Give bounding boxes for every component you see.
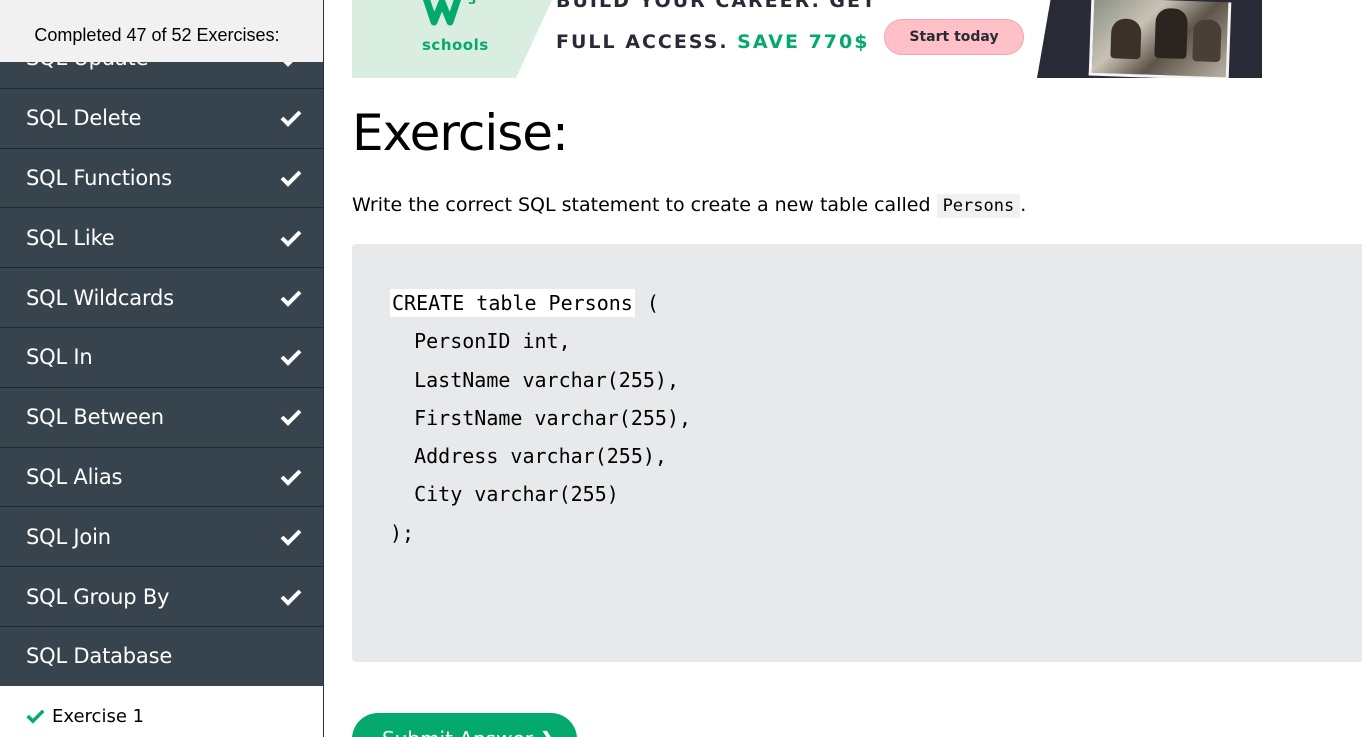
submit-answer-button[interactable]: Submit Answer ❯: [352, 713, 577, 737]
banner-full-access-text: FULL ACCESS.: [556, 31, 729, 53]
check-icon: [280, 290, 302, 307]
sidebar-item-label: SQL Delete: [26, 106, 142, 131]
check-icon: [280, 349, 302, 367]
sidebar-item-sql-between[interactable]: SQL Between: [0, 388, 323, 448]
banner-save-text: SAVE 770$: [737, 31, 870, 53]
banner-photo: [1088, 0, 1232, 78]
sidebar-item-label: SQL Database: [26, 644, 173, 669]
sidebar-item-sql-wildcards[interactable]: SQL Wildcards: [0, 268, 323, 328]
code-line: );: [390, 520, 415, 545]
sidebar-exercise-list: SQL Update SQL Delete SQL Functions SQL …: [0, 29, 323, 687]
sidebar-item-sql-alias[interactable]: SQL Alias: [0, 448, 323, 508]
code-line: LastName varchar(255),: [390, 367, 679, 392]
sidebar-item-label: SQL Alias: [26, 464, 123, 489]
sidebar-item-sql-database[interactable]: SQL Database: [0, 626, 323, 687]
code-line: City varchar(255): [390, 482, 619, 507]
check-icon: [280, 589, 302, 606]
sidebar-item-label: SQL Group By: [26, 584, 170, 609]
w3schools-logo-icon: 3: [422, 0, 476, 26]
exercise-sidebar: SQL Update SQL Delete SQL Functions SQL …: [0, 0, 324, 737]
check-icon: [280, 409, 302, 427]
sidebar-item-label: SQL Wildcards: [26, 285, 174, 310]
check-icon: [280, 529, 302, 546]
page-title: Exercise:: [352, 104, 569, 162]
start-today-button[interactable]: Start today: [884, 19, 1024, 55]
code-line: (: [634, 291, 659, 315]
progress-text: Completed 47 of 52 Exercises:: [34, 24, 280, 45]
sidebar-item-sql-like[interactable]: SQL Like: [0, 208, 323, 269]
sidebar-item-label: SQL In: [26, 345, 93, 370]
exercise-instruction: Write the correct SQL statement to creat…: [352, 194, 1027, 218]
sidebar-subitem-exercise-1[interactable]: Exercise 1: [0, 686, 323, 737]
svg-text:3: 3: [468, 0, 476, 7]
sidebar-item-sql-functions[interactable]: SQL Functions: [0, 149, 323, 209]
check-icon: [280, 170, 302, 187]
promo-banner[interactable]: 3 schools BUILD YOUR CAREER. GET FULL AC…: [352, 0, 1262, 78]
code-block: CREATE table Persons ( PersonID int, Las…: [390, 284, 691, 552]
answer-input[interactable]: CREATE table Persons: [390, 289, 635, 317]
instruction-suffix: .: [1020, 194, 1027, 216]
check-icon: [26, 709, 45, 724]
sidebar-subitem-label: Exercise 1: [52, 705, 145, 727]
sidebar-item-label: SQL Functions: [26, 165, 172, 190]
instruction-code: Persons: [936, 194, 1021, 218]
banner-subheadline: FULL ACCESS. SAVE 770$: [556, 31, 869, 53]
check-icon: [280, 110, 302, 128]
check-icon: [280, 469, 302, 486]
sidebar-item-label: SQL Join: [26, 524, 111, 549]
code-line: Address varchar(255),: [390, 444, 667, 469]
code-line: PersonID int,: [390, 329, 571, 354]
sidebar-item-sql-group-by[interactable]: SQL Group By: [0, 567, 323, 627]
instruction-text: Write the correct SQL statement to creat…: [352, 194, 931, 216]
banner-logo-text: schools: [422, 36, 489, 54]
check-icon: [280, 230, 302, 247]
sidebar-item-label: SQL Like: [26, 225, 115, 250]
code-line: FirstName varchar(255),: [390, 405, 692, 430]
sidebar-item-sql-join[interactable]: SQL Join: [0, 507, 323, 568]
progress-header: Completed 47 of 52 Exercises:: [0, 0, 323, 62]
banner-headline: BUILD YOUR CAREER. GET: [556, 0, 877, 12]
sidebar-item-label: SQL Between: [26, 405, 164, 430]
code-exercise-box: CREATE table Persons ( PersonID int, Las…: [352, 244, 1362, 662]
sidebar-item-sql-delete[interactable]: SQL Delete: [0, 89, 323, 149]
sidebar-item-sql-in[interactable]: SQL In: [0, 328, 323, 388]
